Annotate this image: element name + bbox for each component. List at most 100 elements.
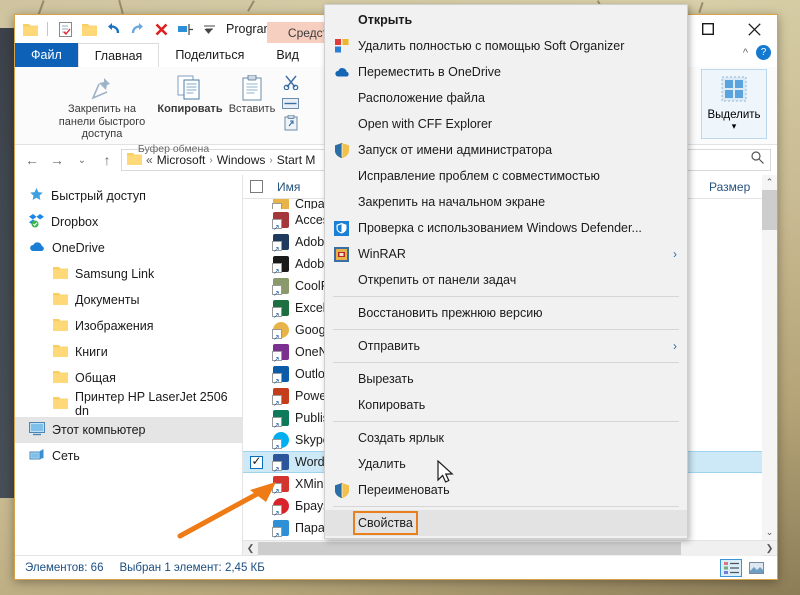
menu-item-create-shortcut[interactable]: Создать ярлык <box>325 425 687 451</box>
menu-item-pin-to-start[interactable]: Закрепить на начальном экране <box>325 189 687 215</box>
folder-icon <box>53 266 68 282</box>
file-icon <box>272 388 289 408</box>
breadcrumb-item-windows[interactable]: Windows <box>217 153 266 167</box>
breadcrumb-separator[interactable]: › <box>209 155 212 166</box>
sidebar-item-network[interactable]: Сеть <box>15 443 242 469</box>
sidebar-item-onedrive[interactable]: OneDrive <box>15 235 242 261</box>
sidebar-item-quick-access[interactable]: Быстрый доступ <box>15 183 242 209</box>
paste-button[interactable]: Вставить <box>224 71 280 118</box>
scroll-up-arrow-icon[interactable]: ⌃ <box>762 175 777 190</box>
paste-shortcut-icon[interactable] <box>284 114 298 136</box>
scroll-right-arrow-icon[interactable]: ❯ <box>762 543 777 554</box>
select-label: Выделить <box>707 109 761 121</box>
large-icons-view-icon <box>748 561 764 574</box>
sidebar-item-label: Dropbox <box>51 215 99 229</box>
horizontal-scrollbar[interactable]: ❮ ❯ <box>243 540 777 556</box>
tab-file-label: Файл <box>31 48 62 62</box>
menu-item-unpin-from-taskbar[interactable]: Открепить от панели задач <box>325 267 687 293</box>
undo-icon[interactable] <box>103 19 123 39</box>
menu-item-open[interactable]: Открыть <box>325 7 687 33</box>
menu-item-winrar[interactable]: WinRAR › <box>325 241 687 267</box>
sidebar-item-this-pc[interactable]: Этот компьютер <box>15 417 242 443</box>
sidebar-item-label: Общая <box>75 371 116 385</box>
folder-icon[interactable] <box>20 19 40 39</box>
delete-icon[interactable] <box>151 19 171 39</box>
sidebar-item-printer[interactable]: Принтер HP LaserJet 2506 dn <box>15 390 242 418</box>
file-icon <box>272 454 289 474</box>
sidebar-item-dropbox[interactable]: Dropbox <box>15 209 242 235</box>
ribbon-right-controls: ^ ? <box>743 45 771 60</box>
sidebar-item-shared[interactable]: Общая <box>15 365 242 391</box>
tab-home-label: Главная <box>94 48 143 63</box>
sidebar-item-samsung-link[interactable]: Samsung Link <box>15 261 242 287</box>
sidebar-item-label: OneDrive <box>52 241 105 255</box>
onedrive-icon <box>29 241 45 256</box>
customize-quick-access-icon[interactable] <box>199 19 219 39</box>
rename-icon[interactable] <box>175 19 195 39</box>
tab-view[interactable]: Вид <box>260 43 315 67</box>
menu-item-cut[interactable]: Вырезать <box>325 366 687 392</box>
properties-icon[interactable] <box>55 19 75 39</box>
tab-file[interactable]: Файл <box>15 43 78 67</box>
copy-path-icon[interactable] <box>282 96 299 114</box>
file-icon <box>272 410 289 430</box>
sidebar-item-documents[interactable]: Документы <box>15 287 242 313</box>
ribbon-group-select[interactable]: Выделить ▾ <box>701 69 767 139</box>
menu-item-open-with-cff-explorer[interactable]: Open with CFF Explorer <box>325 111 687 137</box>
collapse-ribbon-button[interactable]: ^ <box>743 47 748 59</box>
details-view-button[interactable] <box>720 558 742 577</box>
forward-button[interactable]: → <box>46 149 68 171</box>
redo-icon[interactable] <box>127 19 147 39</box>
up-button[interactable]: ↑ <box>96 149 118 171</box>
status-bar: Элементов: 66 Выбран 1 элемент: 2,45 КБ <box>15 555 777 579</box>
breadcrumb-separator[interactable]: › <box>269 155 272 166</box>
new-folder-icon[interactable] <box>79 19 99 39</box>
pin-to-quick-access-button[interactable]: Закрепить на панели быстрого доступа <box>48 71 156 143</box>
menu-item-delete[interactable]: Удалить <box>325 451 687 477</box>
recent-locations-button[interactable]: ⌄ <box>71 149 93 171</box>
menu-item-rename[interactable]: Переименовать <box>325 477 687 503</box>
mouse-cursor-icon <box>437 460 454 483</box>
menu-item-restore-previous-versions[interactable]: Восстановить прежнюю версию <box>325 300 687 326</box>
details-view-icon <box>723 561 739 574</box>
menu-item-file-location[interactable]: Расположение файла <box>325 85 687 111</box>
quick-access-toolbar <box>20 19 219 39</box>
select-all-checkbox[interactable] <box>249 180 263 193</box>
scrollbar-thumb[interactable] <box>762 190 777 230</box>
column-header-size[interactable]: Размер <box>709 180 763 194</box>
maximize-button[interactable] <box>685 15 731 43</box>
select-caret-icon[interactable]: ▾ <box>732 121 737 132</box>
menu-item-compatibility-troubleshoot[interactable]: Исправление проблем с совместимостью <box>325 163 687 189</box>
menu-item-copy[interactable]: Копировать <box>325 392 687 418</box>
help-button[interactable]: ? <box>756 45 771 60</box>
view-buttons <box>720 558 767 577</box>
menu-item-run-as-administrator[interactable]: Запуск от имени администратора <box>325 137 687 163</box>
scroll-down-arrow-icon[interactable]: ⌄ <box>762 525 777 540</box>
breadcrumb-overflow[interactable]: « <box>146 153 153 167</box>
breadcrumb-item-microsoft[interactable]: Microsoft <box>157 153 206 167</box>
folder-icon <box>53 370 68 386</box>
back-button[interactable]: ← <box>21 149 43 171</box>
hscroll-track[interactable] <box>258 540 762 556</box>
large-icons-view-button[interactable] <box>745 559 767 577</box>
menu-item-scan-windows-defender[interactable]: Проверка с использованием Windows Defend… <box>325 215 687 241</box>
tab-share[interactable]: Поделиться <box>159 43 260 67</box>
menu-item-properties[interactable]: Свойства <box>325 510 687 536</box>
scroll-left-arrow-icon[interactable]: ❮ <box>243 543 258 554</box>
menu-item-label: WinRAR <box>358 247 406 261</box>
close-button[interactable] <box>731 15 777 43</box>
cut-icon[interactable] <box>283 75 299 95</box>
copy-button[interactable]: Копировать <box>157 71 223 118</box>
menu-item-send-to[interactable]: Отправить › <box>325 333 687 359</box>
row-checkbox[interactable] <box>249 454 263 469</box>
selection-info-label: Выбран 1 элемент: 2,45 КБ <box>119 561 265 574</box>
search-icon <box>751 151 764 169</box>
sidebar-item-pictures[interactable]: Изображения <box>15 313 242 339</box>
menu-item-move-to-onedrive[interactable]: Переместить в OneDrive <box>325 59 687 85</box>
tab-home[interactable]: Главная <box>77 43 160 67</box>
sidebar-item-books[interactable]: Книги <box>15 339 242 365</box>
breadcrumb-item-startmenu[interactable]: Start M <box>277 153 316 167</box>
hscrollbar-thumb[interactable] <box>258 541 682 555</box>
vertical-scrollbar[interactable]: ⌃ ⌄ <box>762 175 777 540</box>
menu-item-soft-organizer-uninstall[interactable]: Удалить полностью с помощью Soft Organiz… <box>325 33 687 59</box>
